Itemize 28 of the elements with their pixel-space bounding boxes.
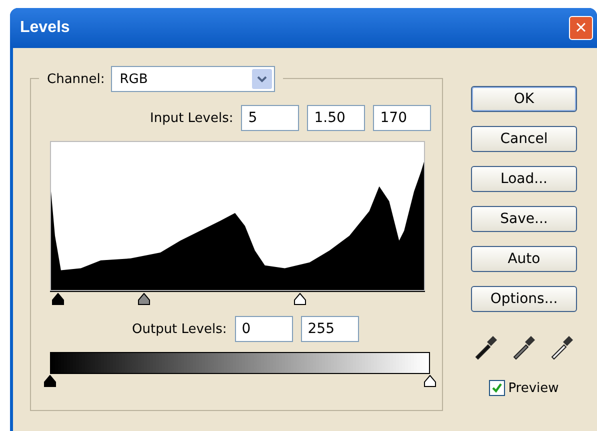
window-title: Levels xyxy=(20,19,70,37)
slider-thumb-icon[interactable] xyxy=(424,375,436,387)
output-levels-label: Output Levels: xyxy=(132,322,227,336)
dialog-button[interactable]: Save... xyxy=(471,206,577,232)
dialog-button[interactable]: Cancel xyxy=(471,126,577,152)
dialog-button[interactable]: OK xyxy=(471,86,577,112)
preview-label: Preview xyxy=(508,380,559,396)
slider-thumb-icon[interactable] xyxy=(294,293,306,305)
eyedropper-icon[interactable] xyxy=(549,334,575,360)
slider-thumb-icon[interactable] xyxy=(52,293,64,305)
output-level-field[interactable]: 255 xyxy=(300,316,359,342)
output-level-field[interactable]: 0 xyxy=(234,316,293,342)
close-button[interactable]: × xyxy=(569,16,593,40)
preview-checkbox[interactable] xyxy=(489,380,506,396)
slider-thumb-icon[interactable] xyxy=(44,375,56,387)
eyedropper-icon[interactable] xyxy=(511,334,537,360)
slider-thumb-icon[interactable] xyxy=(138,293,150,305)
input-level-field[interactable]: 5 xyxy=(241,105,300,131)
input-level-field[interactable]: 170 xyxy=(373,105,432,131)
channel-dropdown[interactable]: RGB xyxy=(110,66,275,92)
channel-label: Channel: xyxy=(47,72,105,86)
dialog-button[interactable]: Load... xyxy=(471,166,577,192)
input-level-field[interactable]: 1.50 xyxy=(307,105,366,131)
dialog-button[interactable]: Options... xyxy=(471,286,577,312)
dialog-button[interactable]: Auto xyxy=(471,246,577,272)
input-levels-label: Input Levels: xyxy=(150,110,234,126)
eyedropper-icon[interactable] xyxy=(473,334,499,360)
chevron-down-icon xyxy=(252,69,272,89)
